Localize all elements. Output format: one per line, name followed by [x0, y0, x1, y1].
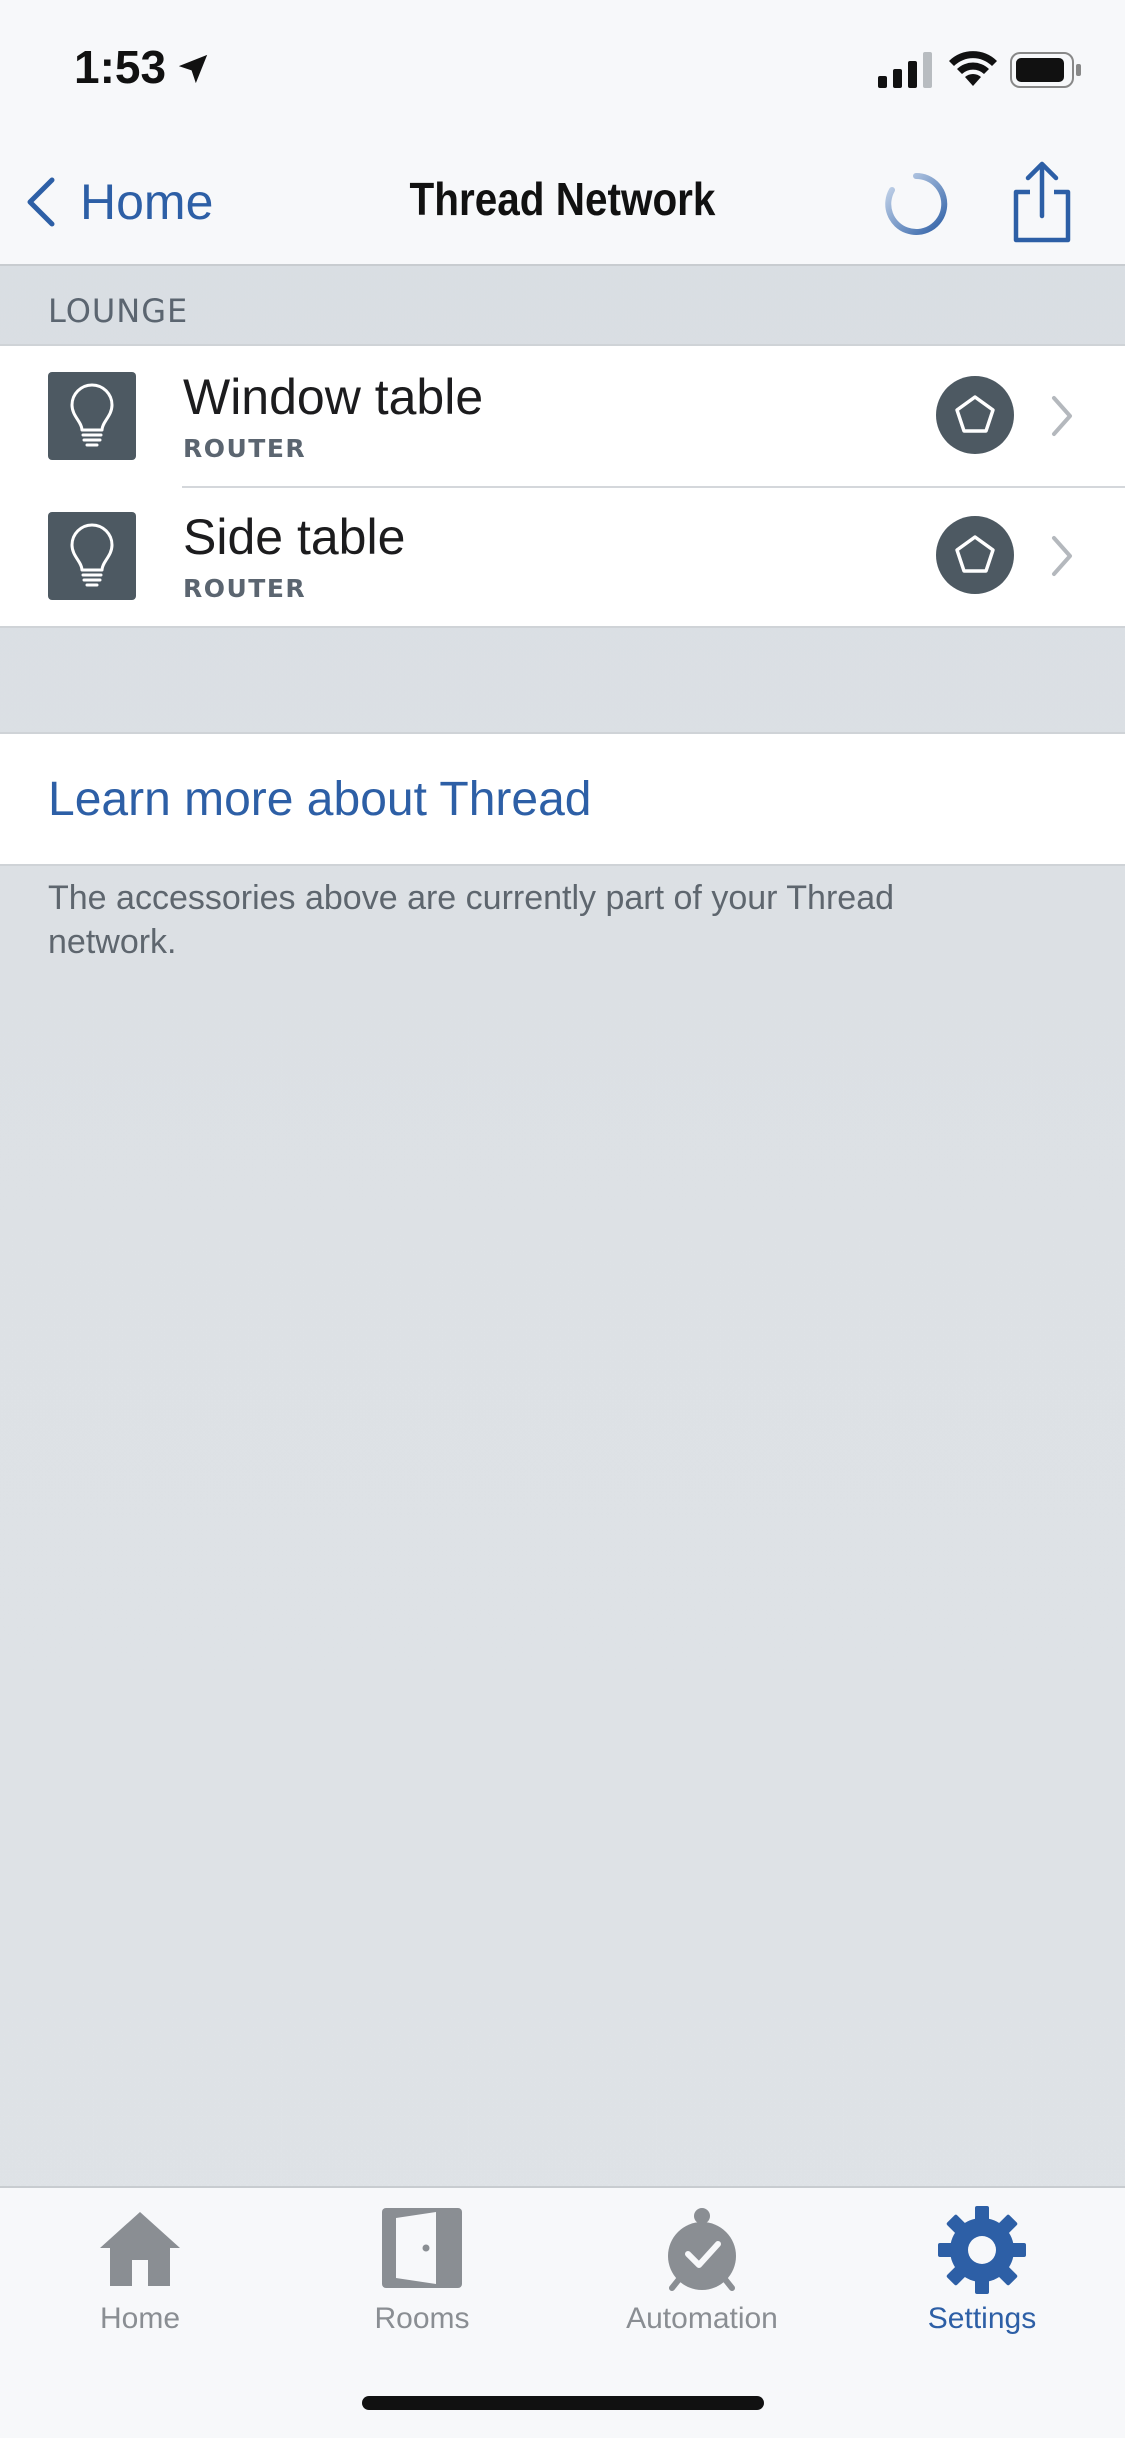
clock-check-icon [668, 2208, 736, 2291]
loading-spinner-icon [885, 172, 948, 235]
cellular-signal-icon [878, 52, 932, 88]
section-header-label: LOUNGE [48, 292, 189, 330]
tab-automation[interactable]: Automation [602, 2202, 802, 2336]
accessory-name: Window table [183, 369, 484, 425]
status-bar: 1:53 [0, 0, 1125, 140]
section-header: LOUNGE [0, 266, 1125, 346]
wifi-icon [949, 51, 997, 86]
list-item[interactable]: Window table ROUTER [0, 346, 1125, 486]
learn-more-row[interactable]: Learn more about Thread [0, 732, 1125, 866]
chevron-right-icon [1052, 536, 1072, 576]
lightbulb-icon [48, 512, 136, 600]
tab-settings[interactable]: Settings [882, 2202, 1082, 2336]
share-icon[interactable] [1008, 158, 1076, 246]
lightbulb-icon [48, 372, 136, 460]
chevron-left-icon [27, 177, 55, 227]
navigation-bar: Home Thread Network [0, 140, 1125, 266]
tab-rooms[interactable]: Rooms [322, 2202, 522, 2336]
door-icon [382, 2208, 462, 2288]
accessory-list: Window table ROUTER Side table ROUTER [0, 346, 1125, 628]
tab-label: Home [99, 2302, 181, 2335]
location-arrow-icon [178, 54, 208, 84]
tab-label: Settings [927, 2302, 1037, 2335]
accessory-name: Side table [183, 509, 406, 565]
footnote-text: The accessories above are currently part… [48, 879, 895, 961]
house-icon [100, 2212, 180, 2286]
accessory-role: ROUTER [183, 434, 307, 463]
tab-home[interactable]: Home [40, 2202, 240, 2336]
learn-more-link[interactable]: Learn more about Thread [48, 772, 591, 827]
chevron-right-icon [1052, 396, 1072, 436]
tab-label: Automation [626, 2302, 778, 2335]
status-time: 1:53 [74, 41, 167, 93]
router-pentagon-icon [936, 516, 1014, 594]
gear-icon [938, 2206, 1026, 2294]
tab-label: Rooms [374, 2302, 470, 2335]
router-pentagon-icon [936, 376, 1014, 454]
battery-icon [1010, 52, 1081, 88]
list-item[interactable]: Side table ROUTER [0, 486, 1125, 626]
accessory-role: ROUTER [183, 574, 307, 603]
home-indicator [362, 2396, 764, 2410]
